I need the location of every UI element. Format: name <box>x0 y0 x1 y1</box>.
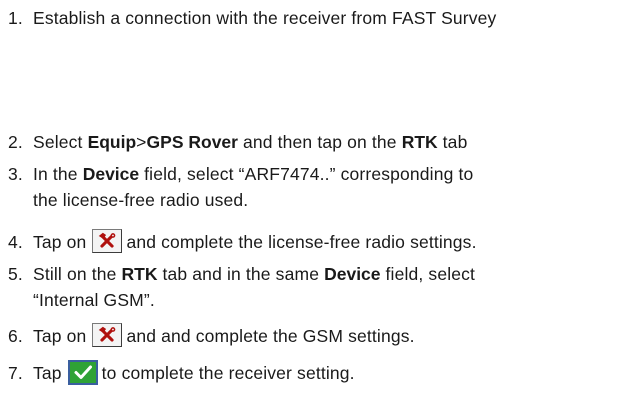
step-text: Select <box>33 132 88 152</box>
step-number: 5. <box>8 264 23 284</box>
rtk-tab-name: RTK <box>401 132 438 152</box>
step-text: Tap <box>33 363 62 383</box>
checkmark-icon <box>67 359 98 385</box>
step-number: 7. <box>8 363 23 383</box>
step-1: 1. Establish a connection with the receiv… <box>8 5 631 31</box>
step-text: In the <box>33 164 83 184</box>
step-text: field, select <box>380 264 476 284</box>
step-7: 7. Tap to complete the receiver setting. <box>8 359 631 386</box>
step-number: 1. <box>8 8 23 28</box>
step-4: 4. Tap on and complete the license-free ra… <box>8 229 631 255</box>
step-text: tab <box>437 132 468 152</box>
tools-icon <box>92 229 123 254</box>
step-continuation: the license-free radio used. <box>33 190 249 210</box>
step-text: Tap on <box>33 232 87 252</box>
step-number: 3. <box>8 164 23 184</box>
step-3: 3. In the Device field, select “ARF7474..… <box>8 161 631 213</box>
step-5: 5. Still on the RTK tab and in the same D… <box>8 261 631 313</box>
step-text: Tap on <box>33 326 87 346</box>
step-text: Establish a connection with the receiver… <box>33 8 497 28</box>
menu-gps-rover: GPS Rover <box>146 132 238 152</box>
step-number: 2. <box>8 132 23 152</box>
rtk-tab-name: RTK <box>121 264 158 284</box>
step-number: 4. <box>8 232 23 252</box>
tools-icon <box>92 323 123 348</box>
device-field-name: Device <box>324 264 381 284</box>
menu-equip: Equip <box>87 132 137 152</box>
step-text: to complete the receiver setting. <box>101 363 355 383</box>
step-text: and then tap on the <box>237 132 402 152</box>
step-6: 6. Tap on and and complete the GSM setting… <box>8 323 631 349</box>
step-text: tab and in the same <box>157 264 325 284</box>
step-text: and complete the license-free radio sett… <box>126 232 477 252</box>
step-text: Still on the <box>33 264 122 284</box>
step-text: field, select “ARF7474..” corresponding … <box>139 164 474 184</box>
instruction-page: { "steps": [ { "number": "1.", "segments… <box>0 0 637 398</box>
step-text: and and complete the GSM settings. <box>126 326 415 346</box>
menu-separator: > <box>136 132 147 152</box>
step-continuation: “Internal GSM”. <box>33 290 155 310</box>
step-number: 6. <box>8 326 23 346</box>
step-2: 2. Select Equip>GPS Rover and then tap on… <box>8 129 631 155</box>
device-field-name: Device <box>82 164 140 184</box>
